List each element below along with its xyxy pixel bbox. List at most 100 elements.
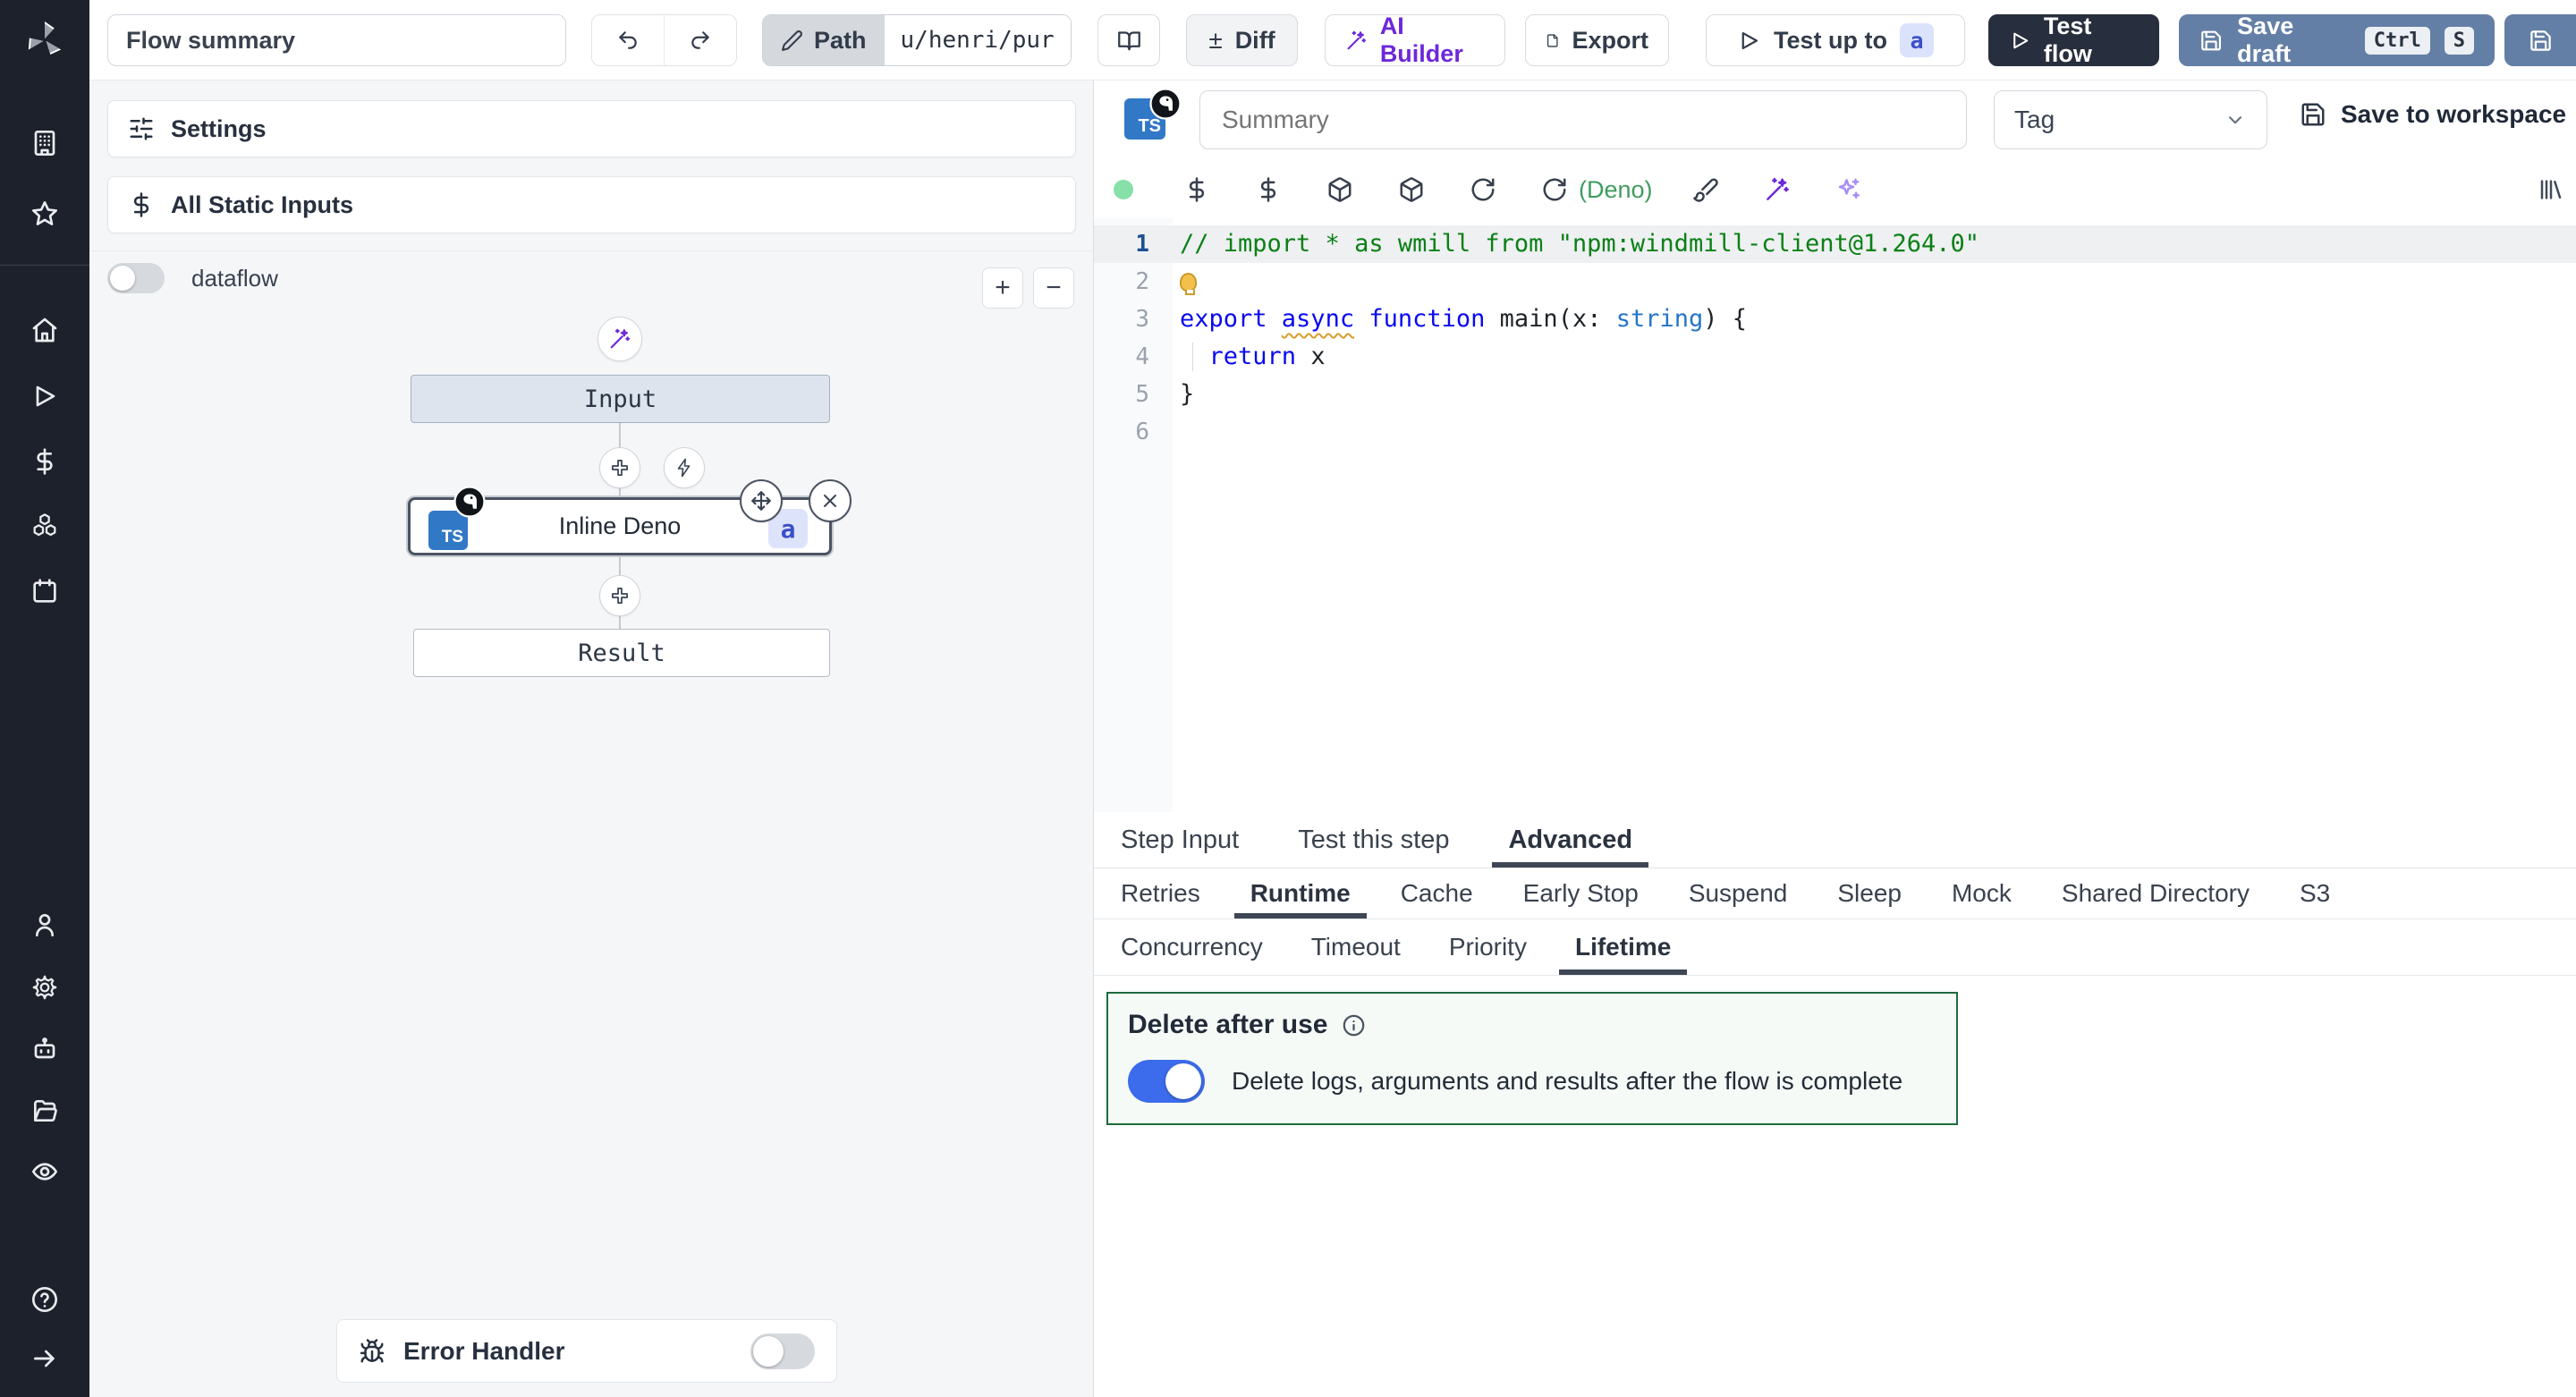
redo-button[interactable] [665, 15, 736, 65]
favorites-star-icon[interactable] [30, 199, 59, 228]
undo-button[interactable] [592, 15, 665, 65]
lightbulb-icon[interactable] [1180, 273, 1197, 292]
code-line-1: // import * as wmill from "npm:windmill-… [1094, 225, 2576, 263]
reload-icon[interactable] [1470, 176, 1496, 203]
add-step-button-top[interactable] [599, 447, 640, 488]
lightning-icon [674, 457, 695, 478]
diff-button[interactable]: ± Diff [1186, 14, 1298, 66]
sidebar-divider [0, 265, 89, 266]
tab-concurrency[interactable]: Concurrency [1117, 919, 1267, 975]
info-icon[interactable] [1342, 1013, 1366, 1037]
file-export-icon [1546, 29, 1559, 53]
sparkles-icon[interactable] [1835, 176, 1862, 203]
delete-after-use-header: Delete after use [1128, 1010, 1936, 1040]
save-draft-label: Save draft [2237, 13, 2351, 68]
tab-lifetime[interactable]: Lifetime [1572, 919, 1674, 975]
resources-cubes-icon[interactable] [30, 512, 59, 540]
schedules-calendar-icon[interactable] [30, 577, 59, 605]
input-node[interactable]: Input [411, 375, 830, 423]
bug-icon [359, 1338, 386, 1365]
tab-timeout[interactable]: Timeout [1308, 919, 1404, 975]
delete-after-use-toggle[interactable] [1128, 1060, 1205, 1103]
library-icon[interactable] [2538, 176, 2564, 203]
undo-redo-group [591, 14, 737, 66]
format-brush-icon[interactable] [1692, 176, 1719, 203]
trigger-zap-button[interactable] [664, 447, 705, 488]
save-draft-button[interactable]: Save draft Ctrl S [2179, 14, 2495, 66]
code-comment: // import * as wmill from "npm:windmill-… [1180, 230, 1979, 258]
static-inputs-dollar-icon[interactable] [1183, 176, 1210, 203]
topbar: Path u/henri/pur ± Diff AI Builder Expor… [89, 0, 2576, 80]
tab-priority[interactable]: Priority [1445, 919, 1530, 975]
package-icon-2[interactable] [1398, 176, 1425, 203]
play-icon [1737, 29, 1761, 53]
tab-runtime[interactable]: Runtime [1247, 868, 1354, 919]
tag-select[interactable]: Tag [1994, 90, 2267, 149]
export-button[interactable]: Export [1525, 14, 1669, 66]
flow-summary-input[interactable] [107, 14, 566, 66]
step-node-inline-deno[interactable]: TS Inline Deno a [408, 497, 832, 555]
tab-shared-directory[interactable]: Shared Directory [2058, 868, 2253, 919]
variables-dollar-icon[interactable] [1255, 176, 1282, 203]
dataflow-label: dataflow [191, 265, 278, 292]
path-value: u/henri/pur [885, 15, 1071, 65]
collapse-arrow-icon[interactable] [30, 1344, 59, 1373]
all-static-inputs-button[interactable]: All Static Inputs [107, 176, 1076, 233]
step-tabs: Step Input Test this step Advanced [1094, 812, 2576, 868]
windmill-logo[interactable] [20, 15, 70, 65]
help-icon[interactable] [30, 1285, 59, 1314]
users-icon[interactable] [30, 910, 59, 939]
workers-bot-icon[interactable] [30, 1036, 59, 1064]
result-node[interactable]: Result [413, 629, 830, 677]
plus-icon [608, 584, 631, 607]
save-to-workspace-button[interactable]: Save to workspace [2300, 100, 2566, 129]
summary-input[interactable] [1199, 90, 1967, 149]
delete-after-use-title: Delete after use [1128, 1010, 1327, 1040]
workspace-icon[interactable] [30, 129, 59, 157]
variables-dollar-icon[interactable] [30, 447, 59, 476]
save-floppy-icon [2529, 29, 2553, 53]
app-sidebar [0, 0, 89, 1397]
code-editor[interactable]: 1 2 3 4 5 6 // import * as wmill from "n… [1094, 218, 2576, 812]
flow-settings-button[interactable]: Settings [107, 100, 1076, 157]
play-icon [2009, 29, 2031, 53]
tab-cache[interactable]: Cache [1397, 868, 1477, 919]
dataflow-toggle[interactable]: .tgl{--k:28px}.tgl::after{width:28px;hei… [107, 263, 165, 293]
zoom-out-button[interactable]: − [1033, 267, 1074, 309]
tab-step-input[interactable]: Step Input [1117, 812, 1242, 868]
tab-advanced[interactable]: Advanced [1504, 812, 1636, 868]
folders-icon[interactable] [30, 1096, 59, 1125]
add-step-button-bottom[interactable] [599, 575, 640, 616]
test-flow-button[interactable]: Test flow [1988, 14, 2159, 66]
line-number: 6 [1094, 413, 1149, 451]
error-handler-card[interactable]: Error Handler [336, 1319, 837, 1383]
delete-step-button[interactable] [809, 479, 852, 522]
tab-retries[interactable]: Retries [1117, 868, 1204, 919]
move-step-button[interactable] [740, 479, 783, 522]
home-icon[interactable] [30, 316, 59, 344]
runs-play-icon[interactable] [30, 382, 59, 411]
reload-lang-icon[interactable] [1541, 176, 1568, 203]
audit-eye-icon[interactable] [30, 1157, 59, 1186]
path-label: Path [814, 27, 867, 55]
tab-mock[interactable]: Mock [1948, 868, 2015, 919]
tab-sleep[interactable]: Sleep [1834, 868, 1905, 919]
move-arrows-icon [750, 489, 773, 512]
ai-wand-icon[interactable] [1764, 176, 1791, 203]
tab-early-stop[interactable]: Early Stop [1520, 868, 1642, 919]
save-flow-button[interactable] [2504, 14, 2576, 66]
settings-gear-icon[interactable] [30, 973, 59, 1002]
package-icon[interactable] [1326, 176, 1353, 203]
path-button[interactable]: Path u/henri/pur [762, 14, 1072, 66]
tab-test-this-step[interactable]: Test this step [1294, 812, 1453, 868]
docs-book-button[interactable] [1097, 14, 1160, 66]
test-up-to-button[interactable]: Test up to a [1706, 14, 1965, 66]
code-token [1354, 305, 1368, 333]
ai-builder-button[interactable]: AI Builder [1325, 14, 1505, 66]
book-open-icon [1117, 29, 1141, 53]
ai-step-wand-button[interactable] [597, 317, 642, 361]
tab-suspend[interactable]: Suspend [1685, 868, 1792, 919]
error-handler-toggle[interactable] [750, 1334, 815, 1369]
zoom-in-button[interactable]: + [982, 267, 1023, 309]
tab-s3[interactable]: S3 [2296, 868, 2334, 919]
